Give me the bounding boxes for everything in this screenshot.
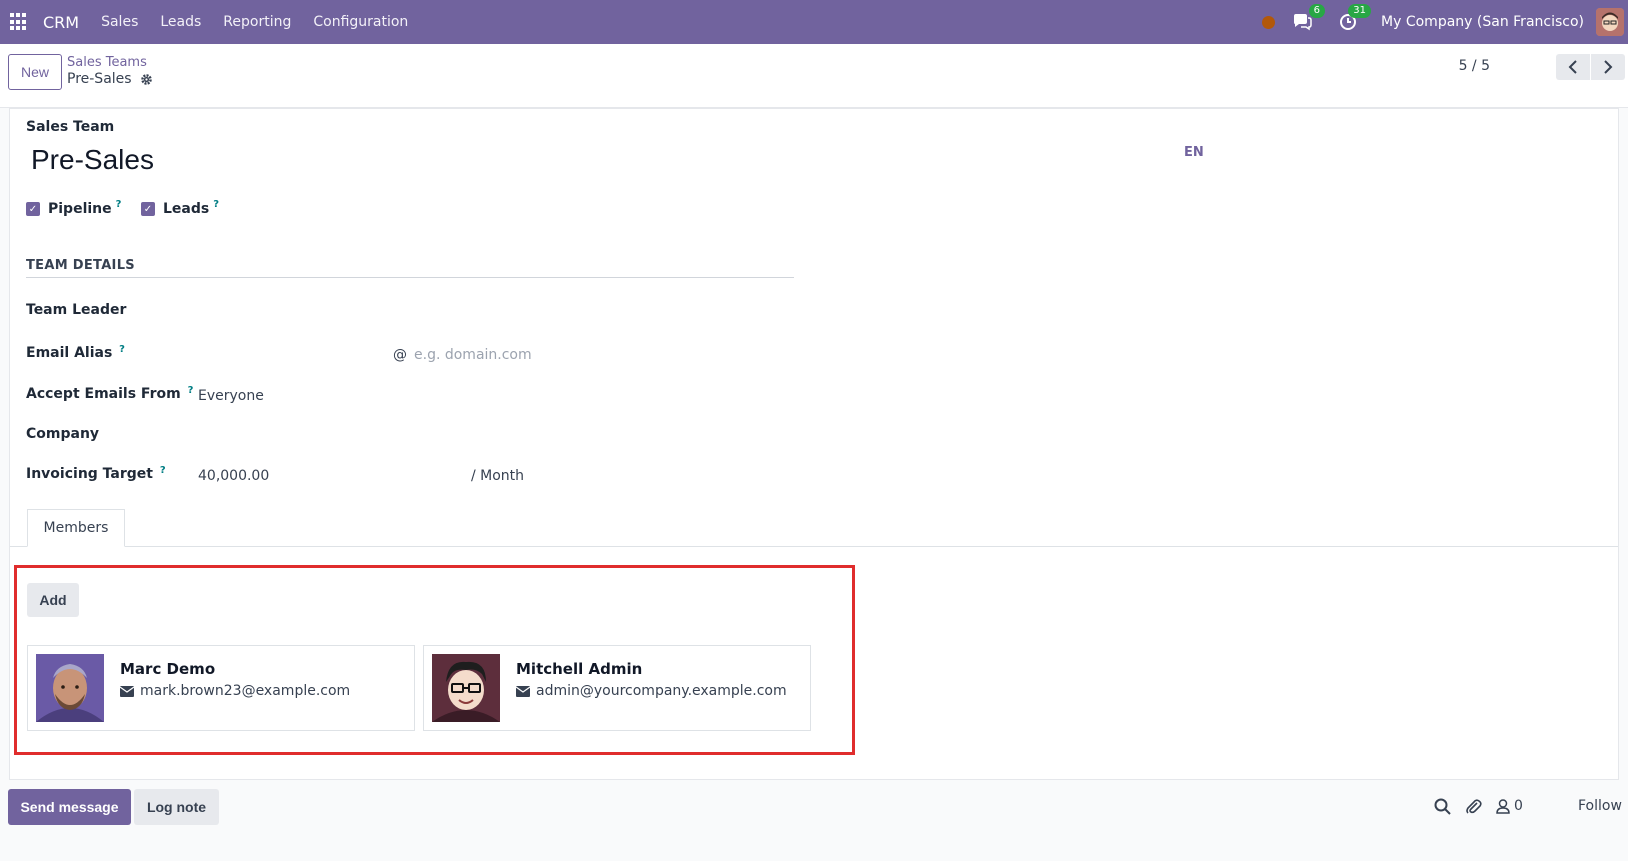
search-icon[interactable] xyxy=(1434,798,1451,815)
invoicing-target-input[interactable]: 40,000.00 xyxy=(198,468,269,484)
user-avatar[interactable] xyxy=(1596,8,1624,36)
member-name: Mitchell Admin xyxy=(516,660,643,678)
menu-configuration[interactable]: Configuration xyxy=(313,14,408,30)
chat-bubbles-icon xyxy=(1294,14,1312,31)
top-navbar: CRM Sales Leads Reporting Configuration … xyxy=(0,0,1628,44)
member-email: admin@yourcompany.example.com xyxy=(516,683,787,699)
member-email-text: admin@yourcompany.example.com xyxy=(536,683,787,699)
pipeline-label: Pipeline xyxy=(48,201,112,217)
leads-help-icon[interactable]: ? xyxy=(213,199,219,210)
team-leader-label: Team Leader xyxy=(26,302,127,318)
alias-at-symbol: @ xyxy=(393,347,407,363)
apps-grid-icon[interactable] xyxy=(10,13,28,31)
tab-members[interactable]: Members xyxy=(27,509,125,547)
accept-emails-select[interactable]: Everyone xyxy=(198,388,264,404)
invoicing-period: / Month xyxy=(471,468,525,484)
user-icon xyxy=(1496,798,1510,814)
member-avatar xyxy=(36,654,104,722)
invoicing-target-label: Invoicing Target ? xyxy=(26,465,166,482)
email-alias-help-icon[interactable]: ? xyxy=(119,344,125,355)
chevron-right-icon xyxy=(1604,60,1613,74)
member-card[interactable]: Marc Demo mark.brown23@example.com xyxy=(27,645,415,731)
tab-divider xyxy=(10,546,1618,547)
invoicing-target-help-icon[interactable]: ? xyxy=(160,465,166,476)
team-name-input[interactable]: Pre-Sales xyxy=(31,144,154,176)
add-member-button[interactable]: Add xyxy=(27,583,79,617)
member-email-text: mark.brown23@example.com xyxy=(140,683,351,699)
pager-value[interactable]: 5 / 5 xyxy=(1459,58,1490,74)
pipeline-option[interactable]: ✓ Pipeline ? xyxy=(26,199,122,217)
follow-button[interactable]: Follow xyxy=(1578,798,1622,814)
followers-count: 0 xyxy=(1514,798,1523,814)
leads-option[interactable]: ✓ Leads ? xyxy=(141,199,219,217)
messages-button[interactable]: 6 xyxy=(1289,4,1326,34)
email-alias-label-text: Email Alias xyxy=(26,345,113,361)
member-email: mark.brown23@example.com xyxy=(120,683,350,699)
accept-emails-help-icon[interactable]: ? xyxy=(188,385,194,396)
pager-next-button[interactable] xyxy=(1591,54,1625,80)
followers-button[interactable]: 0 xyxy=(1496,798,1523,814)
envelope-icon xyxy=(516,685,530,697)
messages-count-badge: 6 xyxy=(1308,4,1326,18)
chevron-left-icon xyxy=(1568,60,1577,74)
gear-icon[interactable] xyxy=(140,73,153,86)
activities-button[interactable]: 31 xyxy=(1335,4,1372,34)
invoicing-target-label-text: Invoicing Target xyxy=(26,466,153,482)
send-message-button[interactable]: Send message xyxy=(8,789,131,825)
activities-count-badge: 31 xyxy=(1348,4,1372,18)
email-alias-label: Email Alias ? xyxy=(26,344,125,361)
company-switcher[interactable]: My Company (San Francisco) xyxy=(1381,14,1584,30)
menu-sales[interactable]: Sales xyxy=(101,14,138,30)
alias-domain-input[interactable]: e.g. domain.com xyxy=(414,347,532,363)
log-note-button[interactable]: Log note xyxy=(134,789,219,825)
breadcrumb-current-label: Pre-Sales xyxy=(67,71,132,87)
name-field-label: Sales Team xyxy=(26,119,115,135)
chatter-bar: Send message Log note 0 Follow xyxy=(0,789,1628,825)
pager-previous-button[interactable] xyxy=(1556,54,1590,80)
control-panel: New Sales Teams Pre-Sales 5 / 5 xyxy=(0,44,1628,108)
envelope-icon xyxy=(120,685,134,697)
section-divider xyxy=(26,277,794,278)
breadcrumb-current: Pre-Sales xyxy=(67,71,153,87)
company-label: Company xyxy=(26,426,100,442)
leads-checkbox[interactable]: ✓ xyxy=(141,202,155,216)
form-sheet: Sales Team Pre-Sales EN ✓ Pipeline ? ✓ L… xyxy=(9,108,1619,780)
accept-emails-label: Accept Emails From ? xyxy=(26,385,194,402)
breadcrumb-sales-teams[interactable]: Sales Teams xyxy=(67,55,147,70)
pipeline-checkbox[interactable]: ✓ xyxy=(26,202,40,216)
team-details-heading: TEAM DETAILS xyxy=(26,258,135,273)
menu-reporting[interactable]: Reporting xyxy=(223,14,291,30)
pipeline-help-icon[interactable]: ? xyxy=(116,199,122,210)
accept-emails-label-text: Accept Emails From xyxy=(26,386,181,402)
member-avatar xyxy=(432,654,500,722)
member-name: Marc Demo xyxy=(120,660,216,678)
paperclip-icon[interactable] xyxy=(1465,798,1482,815)
new-button[interactable]: New xyxy=(8,54,62,90)
member-card[interactable]: Mitchell Admin admin@yourcompany.example… xyxy=(423,645,811,731)
language-button[interactable]: EN xyxy=(1184,145,1204,160)
app-brand[interactable]: CRM xyxy=(43,13,79,32)
menu-leads[interactable]: Leads xyxy=(160,14,201,30)
status-dot-icon[interactable] xyxy=(1262,15,1276,29)
leads-label: Leads xyxy=(163,201,210,217)
